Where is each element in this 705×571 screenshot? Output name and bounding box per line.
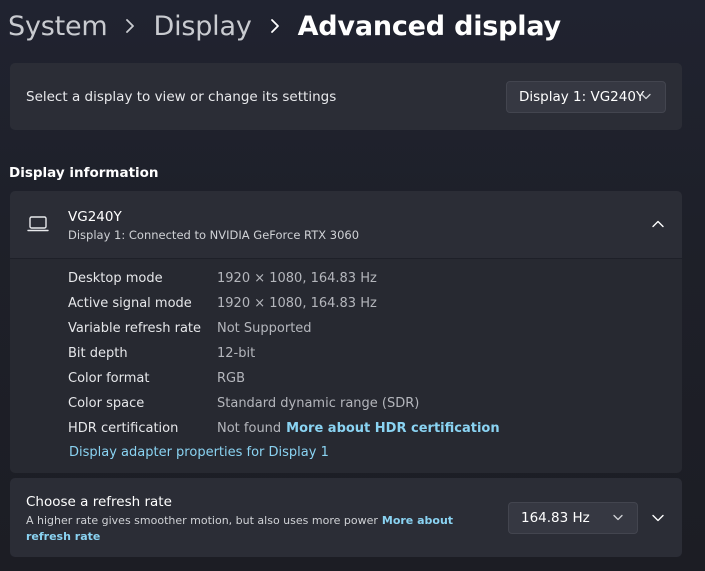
info-row-hdr-certification: HDR certification Not found More about H… bbox=[68, 418, 500, 438]
info-value: RGB bbox=[217, 370, 246, 386]
info-row-variable-refresh-rate: Variable refresh rate Not Supported bbox=[68, 318, 312, 338]
info-key: Desktop mode bbox=[68, 270, 163, 286]
info-key: Color format bbox=[68, 370, 150, 386]
display-connection-subtitle: Display 1: Connected to NVIDIA GeForce R… bbox=[68, 228, 360, 242]
info-row-active-signal-mode: Active signal mode 1920 × 1080, 164.83 H… bbox=[68, 293, 377, 313]
info-value: 1920 × 1080, 164.83 Hz bbox=[217, 270, 377, 286]
breadcrumb: System Display Advanced display bbox=[8, 6, 561, 46]
info-key: Variable refresh rate bbox=[68, 320, 202, 336]
chevron-right-icon bbox=[126, 19, 135, 33]
info-row-desktop-mode: Desktop mode 1920 × 1080, 164.83 Hz bbox=[68, 268, 377, 288]
page-title: Advanced display bbox=[297, 10, 562, 42]
display-name: VG240Y bbox=[68, 209, 122, 225]
refresh-rate-card: Choose a refresh rate A higher rate give… bbox=[10, 478, 682, 557]
info-row-color-space: Color space Standard dynamic range (SDR) bbox=[68, 393, 419, 413]
info-row-bit-depth: Bit depth 12-bit bbox=[68, 343, 255, 363]
display-select-card: Select a display to view or change its s… bbox=[10, 63, 682, 130]
info-key: HDR certification bbox=[68, 420, 179, 436]
info-key: Color space bbox=[68, 395, 145, 411]
chevron-up-icon[interactable] bbox=[652, 220, 664, 228]
display-select-label: Select a display to view or change its s… bbox=[26, 89, 337, 105]
refresh-rate-title: Choose a refresh rate bbox=[26, 494, 172, 510]
info-value: 1920 × 1080, 164.83 Hz bbox=[217, 295, 377, 311]
breadcrumb-item-display[interactable]: Display bbox=[153, 11, 251, 42]
section-heading-display-information: Display information bbox=[9, 165, 159, 181]
laptop-icon bbox=[27, 216, 49, 232]
chevron-right-icon bbox=[270, 19, 279, 33]
info-value: Standard dynamic range (SDR) bbox=[217, 395, 420, 411]
info-key: Active signal mode bbox=[68, 295, 192, 311]
display-select-dropdown[interactable]: Display 1: VG240Y bbox=[506, 81, 666, 113]
info-value: Not Supported bbox=[217, 320, 312, 336]
refresh-rate-dropdown[interactable]: 164.83 Hz bbox=[508, 502, 638, 534]
chevron-down-icon[interactable] bbox=[652, 514, 664, 522]
chevron-down-icon bbox=[613, 514, 623, 521]
refresh-rate-value: 164.83 Hz bbox=[521, 510, 590, 526]
display-adapter-properties-link[interactable]: Display adapter properties for Display 1 bbox=[69, 445, 329, 460]
display-information-header[interactable]: VG240Y Display 1: Connected to NVIDIA Ge… bbox=[10, 191, 682, 258]
info-value: Not found bbox=[217, 420, 282, 436]
chevron-down-icon bbox=[641, 93, 651, 100]
display-select-value: Display 1: VG240Y bbox=[519, 89, 645, 105]
hdr-certification-link[interactable]: More about HDR certification bbox=[286, 421, 499, 436]
info-value: 12-bit bbox=[217, 345, 256, 361]
display-information-details: Desktop mode 1920 × 1080, 164.83 Hz Acti… bbox=[10, 259, 682, 473]
refresh-rate-description: A higher rate gives smoother motion, but… bbox=[26, 513, 496, 545]
info-key: Bit depth bbox=[68, 345, 128, 361]
info-row-color-format: Color format RGB bbox=[68, 368, 245, 388]
refresh-rate-description-text: A higher rate gives smoother motion, but… bbox=[26, 514, 378, 527]
breadcrumb-item-system[interactable]: System bbox=[8, 11, 108, 42]
